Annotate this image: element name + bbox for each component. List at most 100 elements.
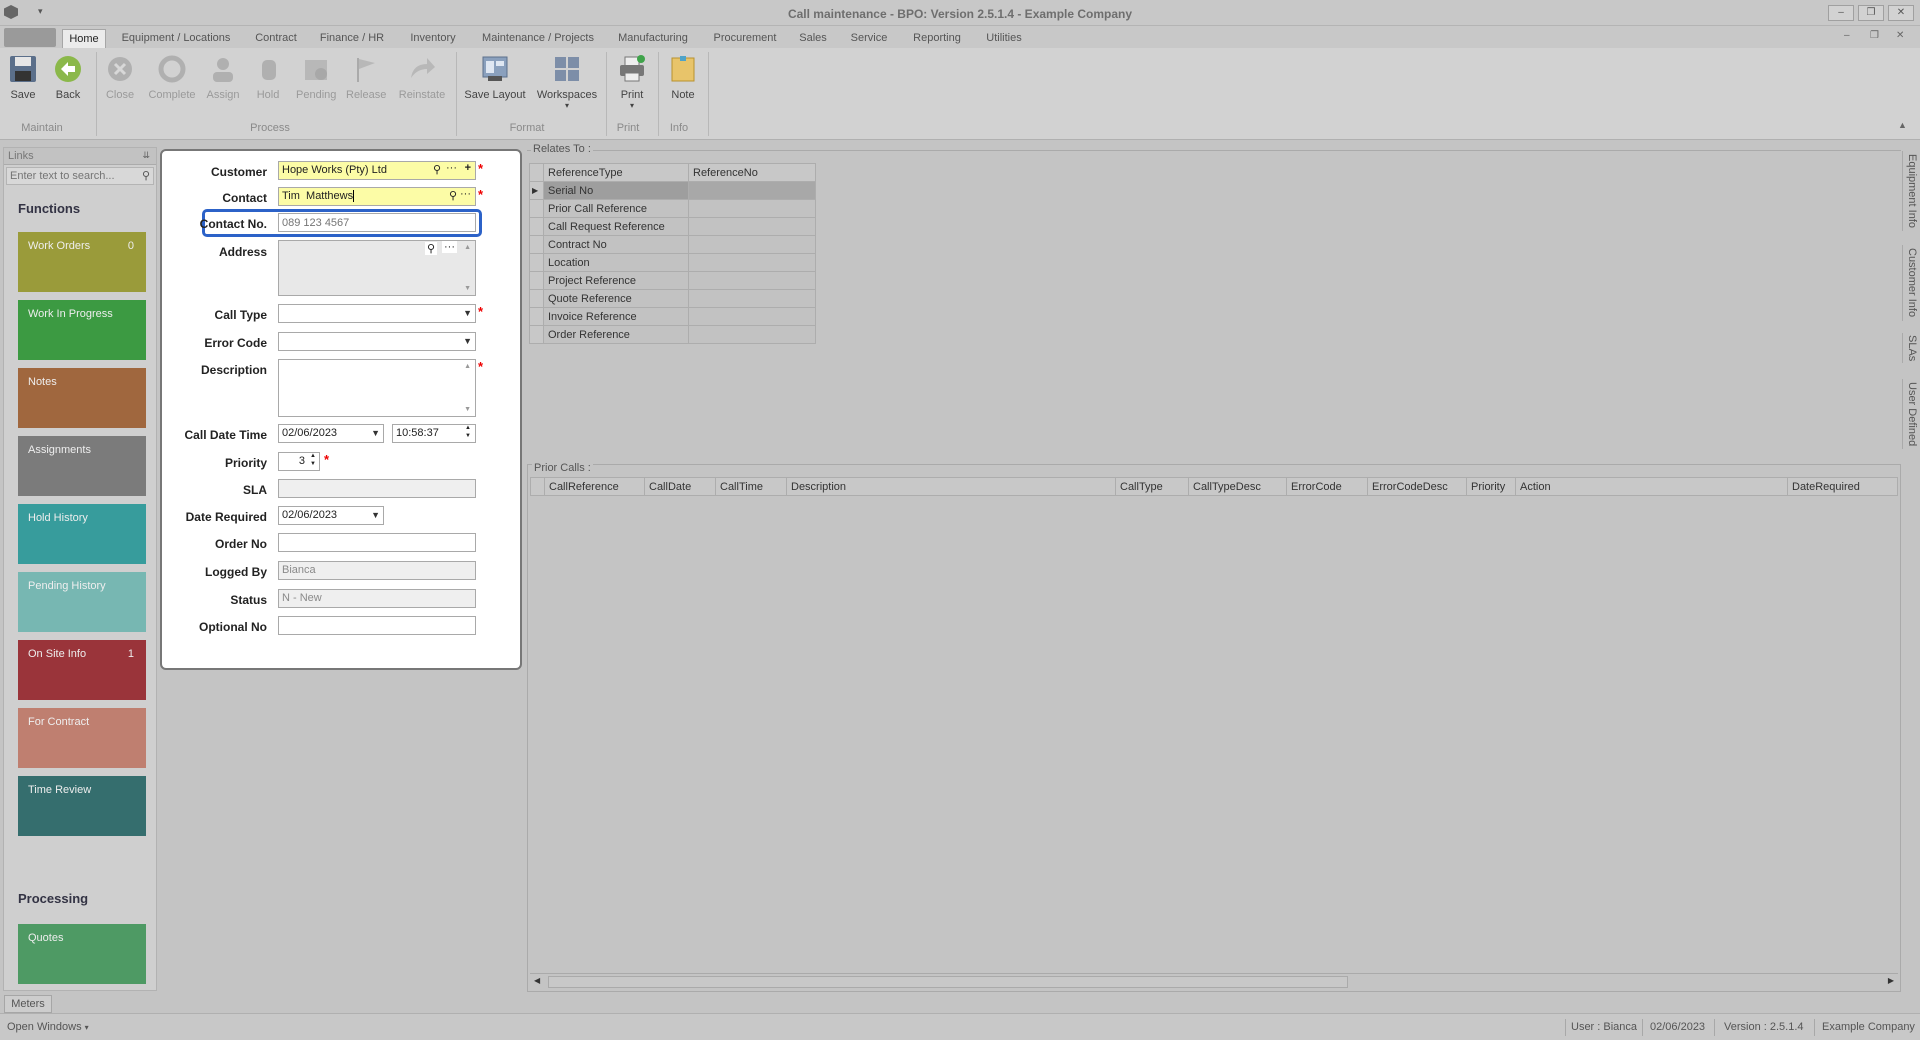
column-header[interactable]: DateRequired — [1787, 477, 1898, 496]
customer-field[interactable]: Hope Works (Pty) Ltd ⚲ ··· + — [278, 161, 476, 180]
scroll-up-icon[interactable]: ▲ — [464, 363, 471, 370]
reference-no-cell[interactable] — [688, 289, 816, 308]
row-selected-icon[interactable]: ▶ — [529, 181, 544, 200]
error-code-select[interactable]: ▼ — [278, 332, 476, 351]
reference-no-cell[interactable] — [688, 199, 816, 218]
search-icon[interactable]: ⚲ — [424, 242, 437, 255]
tab-inventory[interactable]: Inventory — [402, 29, 464, 48]
row-indicator[interactable] — [529, 289, 544, 308]
table-row[interactable]: Invoice Reference — [529, 307, 816, 326]
assign-button[interactable]: Assign — [206, 52, 240, 116]
address-field[interactable]: ⚲ ··· ▲ ▼ — [278, 240, 476, 296]
reference-type-cell[interactable]: Quote Reference — [543, 289, 689, 308]
reference-type-cell[interactable]: Invoice Reference — [543, 307, 689, 326]
tab-manufacturing[interactable]: Manufacturing — [612, 29, 694, 48]
column-header[interactable]: Priority — [1466, 477, 1516, 496]
tab-contract[interactable]: Contract — [248, 29, 304, 48]
tab-meters[interactable]: Meters — [4, 995, 52, 1013]
minimize-button[interactable]: – — [1828, 5, 1854, 21]
restore-button[interactable]: ❐ — [1858, 5, 1884, 21]
priority-spinner[interactable]: 3 ▲ ▼ — [278, 452, 320, 471]
reference-type-cell[interactable]: Call Request Reference — [543, 217, 689, 236]
links-search-box[interactable]: ⚲ — [6, 167, 154, 185]
column-header[interactable]: CallDate — [644, 477, 716, 496]
more-options-icon[interactable]: ··· — [460, 188, 471, 200]
search-icon[interactable]: ⚲ — [449, 189, 457, 202]
reference-type-cell[interactable]: Project Reference — [543, 271, 689, 290]
table-row[interactable]: Order Reference — [529, 325, 816, 344]
tab-equipment-locations[interactable]: Equipment / Locations — [118, 29, 234, 48]
reference-no-cell[interactable] — [688, 271, 816, 290]
scroll-down-icon[interactable]: ▼ — [464, 406, 471, 413]
tab-sales[interactable]: Sales — [796, 29, 830, 48]
scroll-left-icon[interactable]: ◀ — [534, 976, 540, 985]
save-button[interactable]: Save — [8, 52, 38, 116]
contact-no-input[interactable] — [278, 213, 476, 232]
open-windows-menu[interactable]: Open Windows ▾ — [7, 1021, 89, 1033]
table-row[interactable]: Project Reference — [529, 271, 816, 290]
scroll-right-icon[interactable]: ▶ — [1888, 976, 1894, 985]
scroll-up-icon[interactable]: ▲ — [464, 244, 471, 251]
reference-no-cell[interactable] — [688, 181, 816, 200]
column-header[interactable]: ReferenceType — [543, 163, 689, 182]
tile-work-in-progress[interactable]: Work In Progress — [18, 300, 146, 360]
row-indicator[interactable] — [529, 235, 544, 254]
column-header[interactable]: CallType — [1115, 477, 1189, 496]
tile-hold-history[interactable]: Hold History — [18, 504, 146, 564]
pin-icon[interactable]: ⇊ — [142, 150, 150, 161]
reference-type-cell[interactable]: Contract No — [543, 235, 689, 254]
tab-service[interactable]: Service — [844, 29, 894, 48]
reference-type-cell[interactable]: Location — [543, 253, 689, 272]
scroll-down-icon[interactable]: ▼ — [464, 285, 471, 292]
tile-for-contract[interactable]: For Contract — [18, 708, 146, 768]
date-required-picker[interactable]: 02/06/2023 ▼ — [278, 506, 384, 525]
more-options-icon[interactable]: ··· — [442, 241, 457, 253]
spin-down-icon[interactable]: ▼ — [310, 461, 316, 467]
optional-no-input[interactable] — [278, 616, 476, 635]
description-textarea[interactable]: ▲ ▼ — [278, 359, 476, 417]
horizontal-scrollbar[interactable]: ◀ ▶ — [530, 973, 1898, 989]
reference-no-cell[interactable] — [688, 325, 816, 344]
table-row[interactable]: Contract No — [529, 235, 816, 254]
app-button[interactable] — [4, 28, 56, 47]
tab-home[interactable]: Home — [62, 29, 106, 48]
close-window-button[interactable]: ✕ — [1888, 5, 1914, 21]
tab-customer-info[interactable]: Customer Info — [1902, 245, 1918, 321]
tab-equipment-info[interactable]: Equipment Info — [1902, 151, 1918, 231]
tile-time-review[interactable]: Time Review — [18, 776, 146, 836]
row-indicator[interactable] — [529, 307, 544, 326]
column-header[interactable]: CallTime — [715, 477, 787, 496]
add-icon[interactable]: + — [465, 162, 471, 174]
more-options-icon[interactable]: ··· — [446, 162, 457, 174]
tile-on-site-info[interactable]: On Site Info 1 — [18, 640, 146, 700]
scrollbar-thumb[interactable] — [548, 976, 1348, 988]
complete-button[interactable]: Complete — [148, 52, 196, 116]
table-row[interactable]: Location — [529, 253, 816, 272]
column-header[interactable]: CallTypeDesc — [1188, 477, 1287, 496]
spin-up-icon[interactable]: ▲ — [465, 425, 471, 431]
row-indicator[interactable] — [529, 253, 544, 272]
row-indicator[interactable] — [529, 199, 544, 218]
tab-maintenance-projects[interactable]: Maintenance / Projects — [478, 29, 598, 48]
tile-work-orders[interactable]: Work Orders 0 — [18, 232, 146, 292]
column-header[interactable]: ReferenceNo — [688, 163, 816, 182]
reference-type-cell[interactable]: Serial No — [543, 181, 689, 200]
workspaces-button[interactable]: Workspaces ▾ — [536, 52, 598, 116]
tile-pending-history[interactable]: Pending History — [18, 572, 146, 632]
tab-procurement[interactable]: Procurement — [706, 29, 784, 48]
reference-no-cell[interactable] — [688, 235, 816, 254]
row-indicator[interactable] — [529, 325, 544, 344]
hold-button[interactable]: Hold — [254, 52, 282, 116]
call-type-select[interactable]: ▼ — [278, 304, 476, 323]
call-time-spinner[interactable]: 10:58:37 ▲ ▼ — [392, 424, 476, 443]
row-indicator[interactable] — [529, 271, 544, 290]
reference-type-cell[interactable]: Order Reference — [543, 325, 689, 344]
reference-type-cell[interactable]: Prior Call Reference — [543, 199, 689, 218]
contact-field[interactable]: Tim Matthews ⚲ ··· — [278, 187, 476, 206]
release-button[interactable]: Release — [346, 52, 386, 116]
reference-no-cell[interactable] — [688, 217, 816, 236]
row-indicator[interactable] — [529, 217, 544, 236]
search-icon[interactable]: ⚲ — [433, 163, 441, 176]
table-row[interactable]: Prior Call Reference — [529, 199, 816, 218]
spin-up-icon[interactable]: ▲ — [310, 453, 316, 459]
